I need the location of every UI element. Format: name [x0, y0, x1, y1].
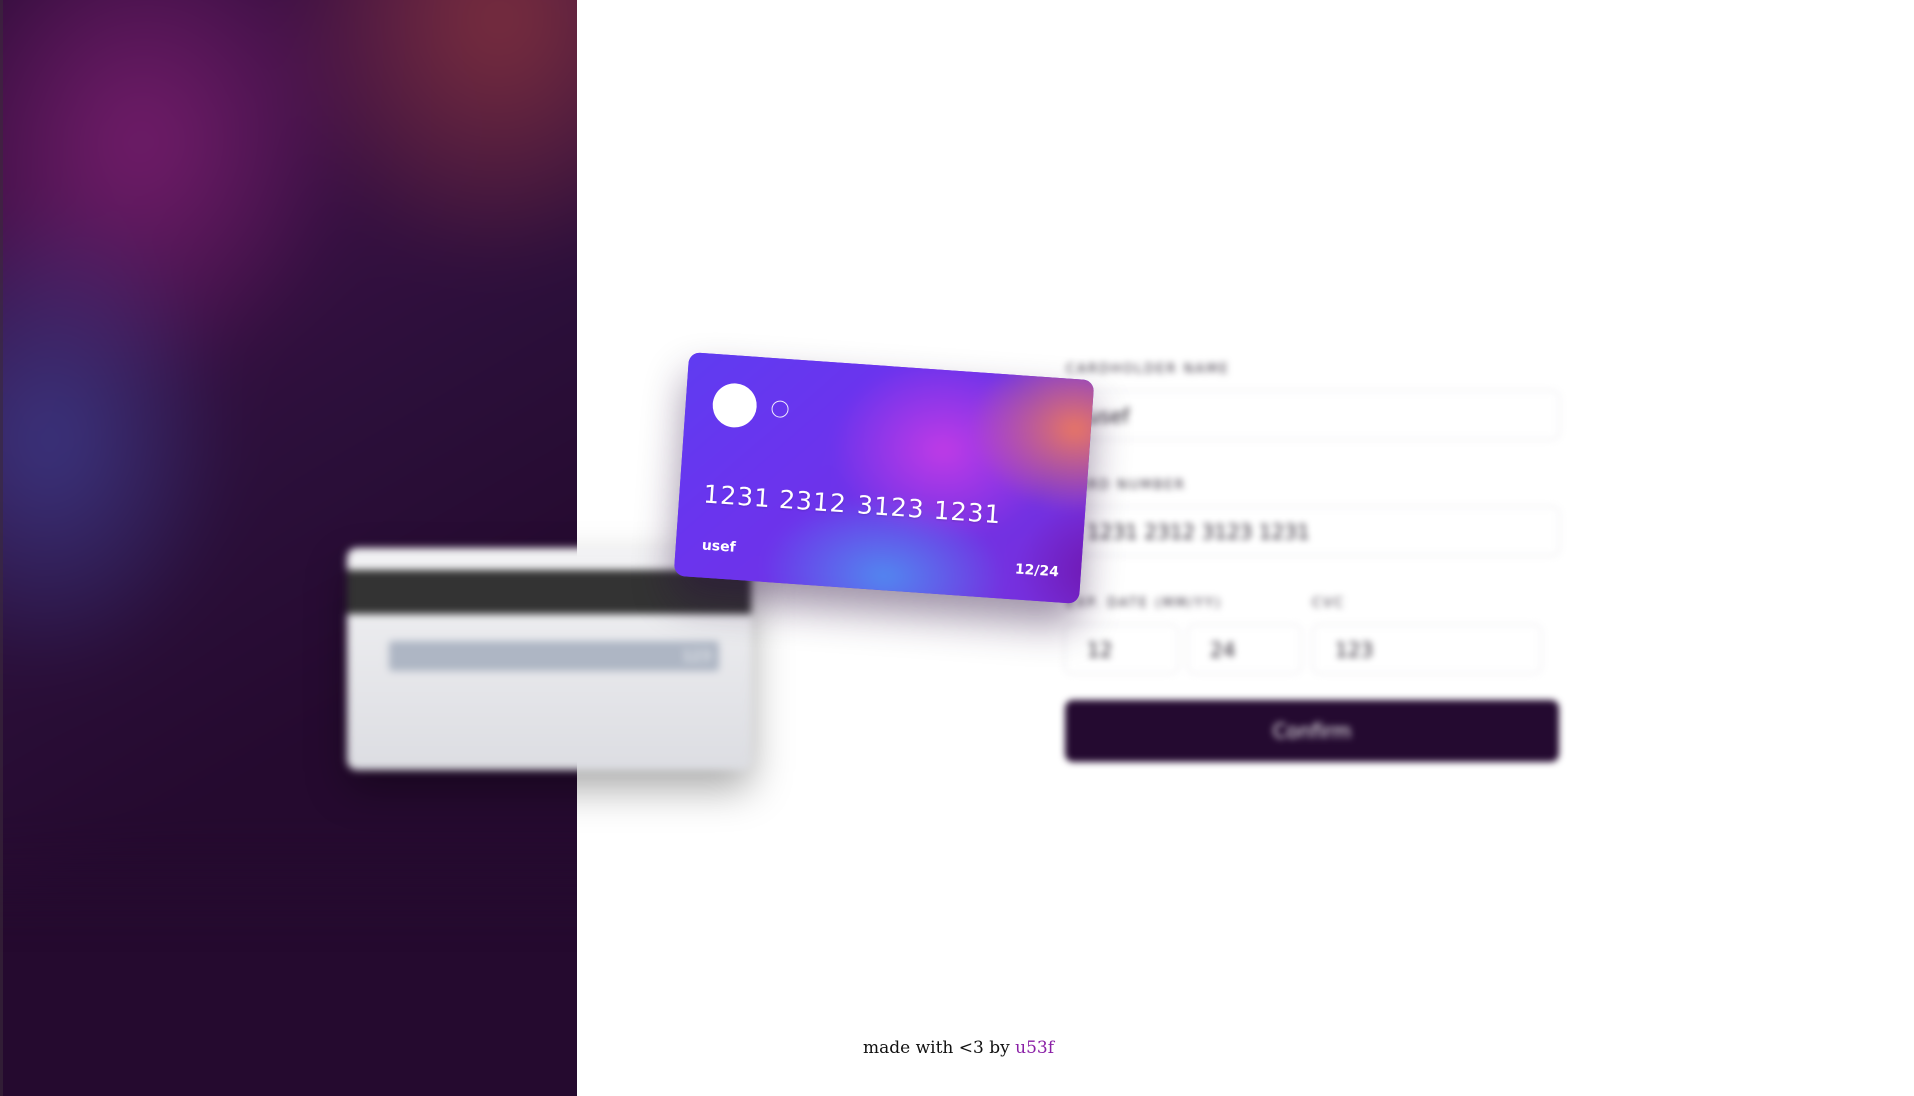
confirm-button[interactable]: Confirm: [1065, 700, 1559, 762]
card-back: 123: [347, 548, 751, 770]
card-holder-name: usef: [701, 537, 737, 556]
footer-text: made with <3 by: [863, 1038, 1010, 1058]
card-back-cvc: 123: [682, 647, 711, 665]
card-expiry: 12/24: [1014, 561, 1060, 581]
cardholder-name-label: CARDHOLDER NAME: [1066, 362, 1230, 377]
page: 123 1231 2312 3123 1231 usef 12/24 CARDH…: [0, 0, 1914, 1096]
card-number-group-2: 2312: [778, 484, 848, 519]
panel-edge: [0, 0, 3, 1096]
cardholder-name-input[interactable]: usef: [1064, 390, 1560, 440]
expiry-month-input[interactable]: 12: [1064, 624, 1179, 674]
card-front: 1231 2312 3123 1231 usef 12/24: [673, 352, 1095, 604]
expiry-year-input[interactable]: 24: [1187, 624, 1302, 674]
signature-strip: [389, 641, 719, 671]
footer-credit: made with <3 by u53f: [863, 1038, 1054, 1058]
card-number-group-3: 3123: [856, 490, 926, 524]
cvc-label: CVC: [1312, 596, 1346, 611]
expiry-date-label: EXP. DATE (MM/YY): [1066, 596, 1222, 611]
cvc-input[interactable]: 123: [1312, 624, 1542, 674]
author-link[interactable]: u53f: [1015, 1038, 1054, 1058]
card-number-group-4: 1231: [932, 495, 1003, 530]
card-number-input[interactable]: 1231 2312 3123 1231: [1064, 506, 1560, 556]
card-number-group-1: 1231: [702, 479, 772, 514]
